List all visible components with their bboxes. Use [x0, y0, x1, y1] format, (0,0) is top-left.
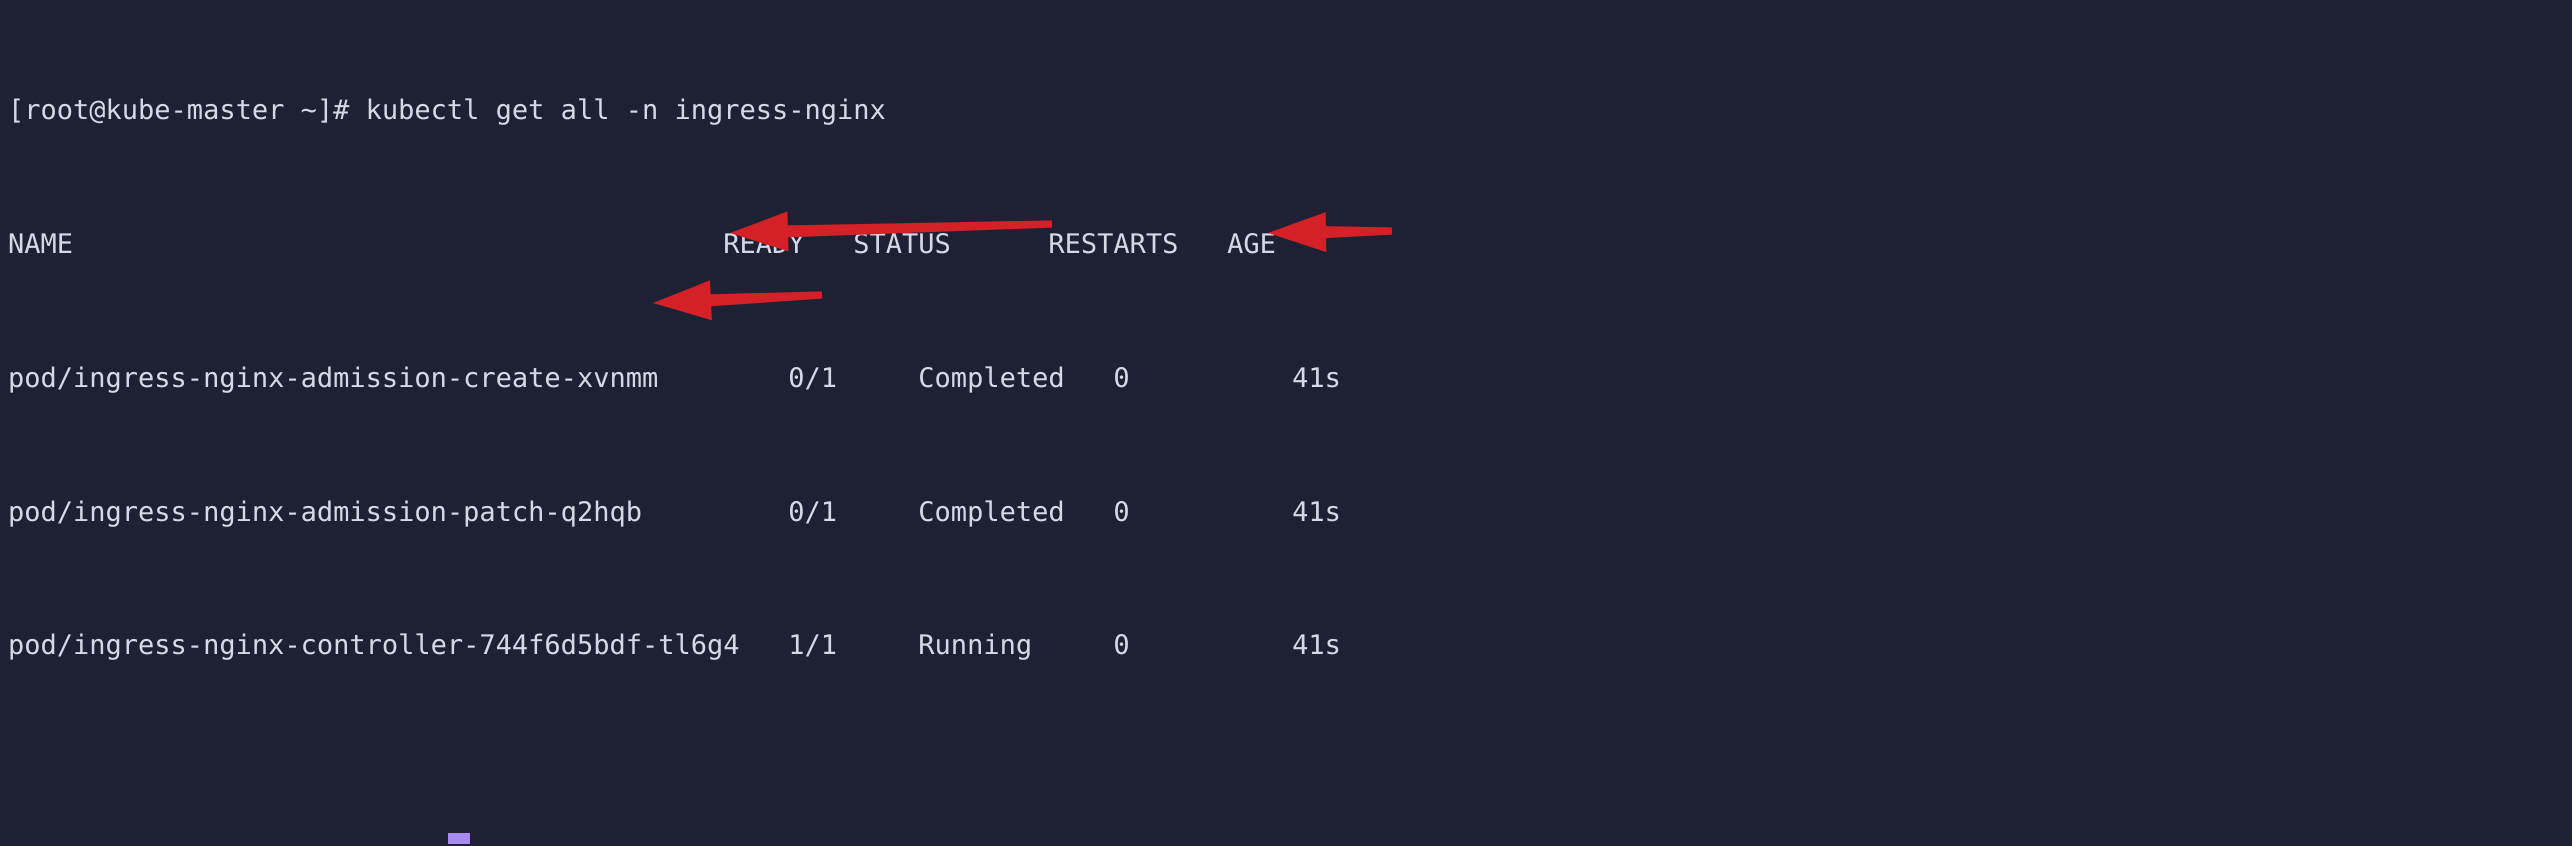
table-row: pod/ingress-nginx-controller-744f6d5bdf-…: [8, 630, 1341, 662]
table-row: pod/ingress-nginx-admission-patch-q2hqb …: [8, 496, 1341, 528]
table-row: pod/ingress-nginx-admission-create-xvnmm…: [8, 362, 1341, 394]
terminal-output: [root@kube-master ~]# kubectl get all -n…: [8, 0, 1991, 846]
text-cursor: [448, 833, 470, 844]
terminal-window[interactable]: [root@kube-master ~]# kubectl get all -n…: [0, 0, 2572, 846]
terminal-line-prompt: [root@kube-master ~]# kubectl get all -n…: [8, 95, 886, 127]
pods-header-row: NAME READY STATUS RESTARTS AGE: [8, 228, 1276, 260]
